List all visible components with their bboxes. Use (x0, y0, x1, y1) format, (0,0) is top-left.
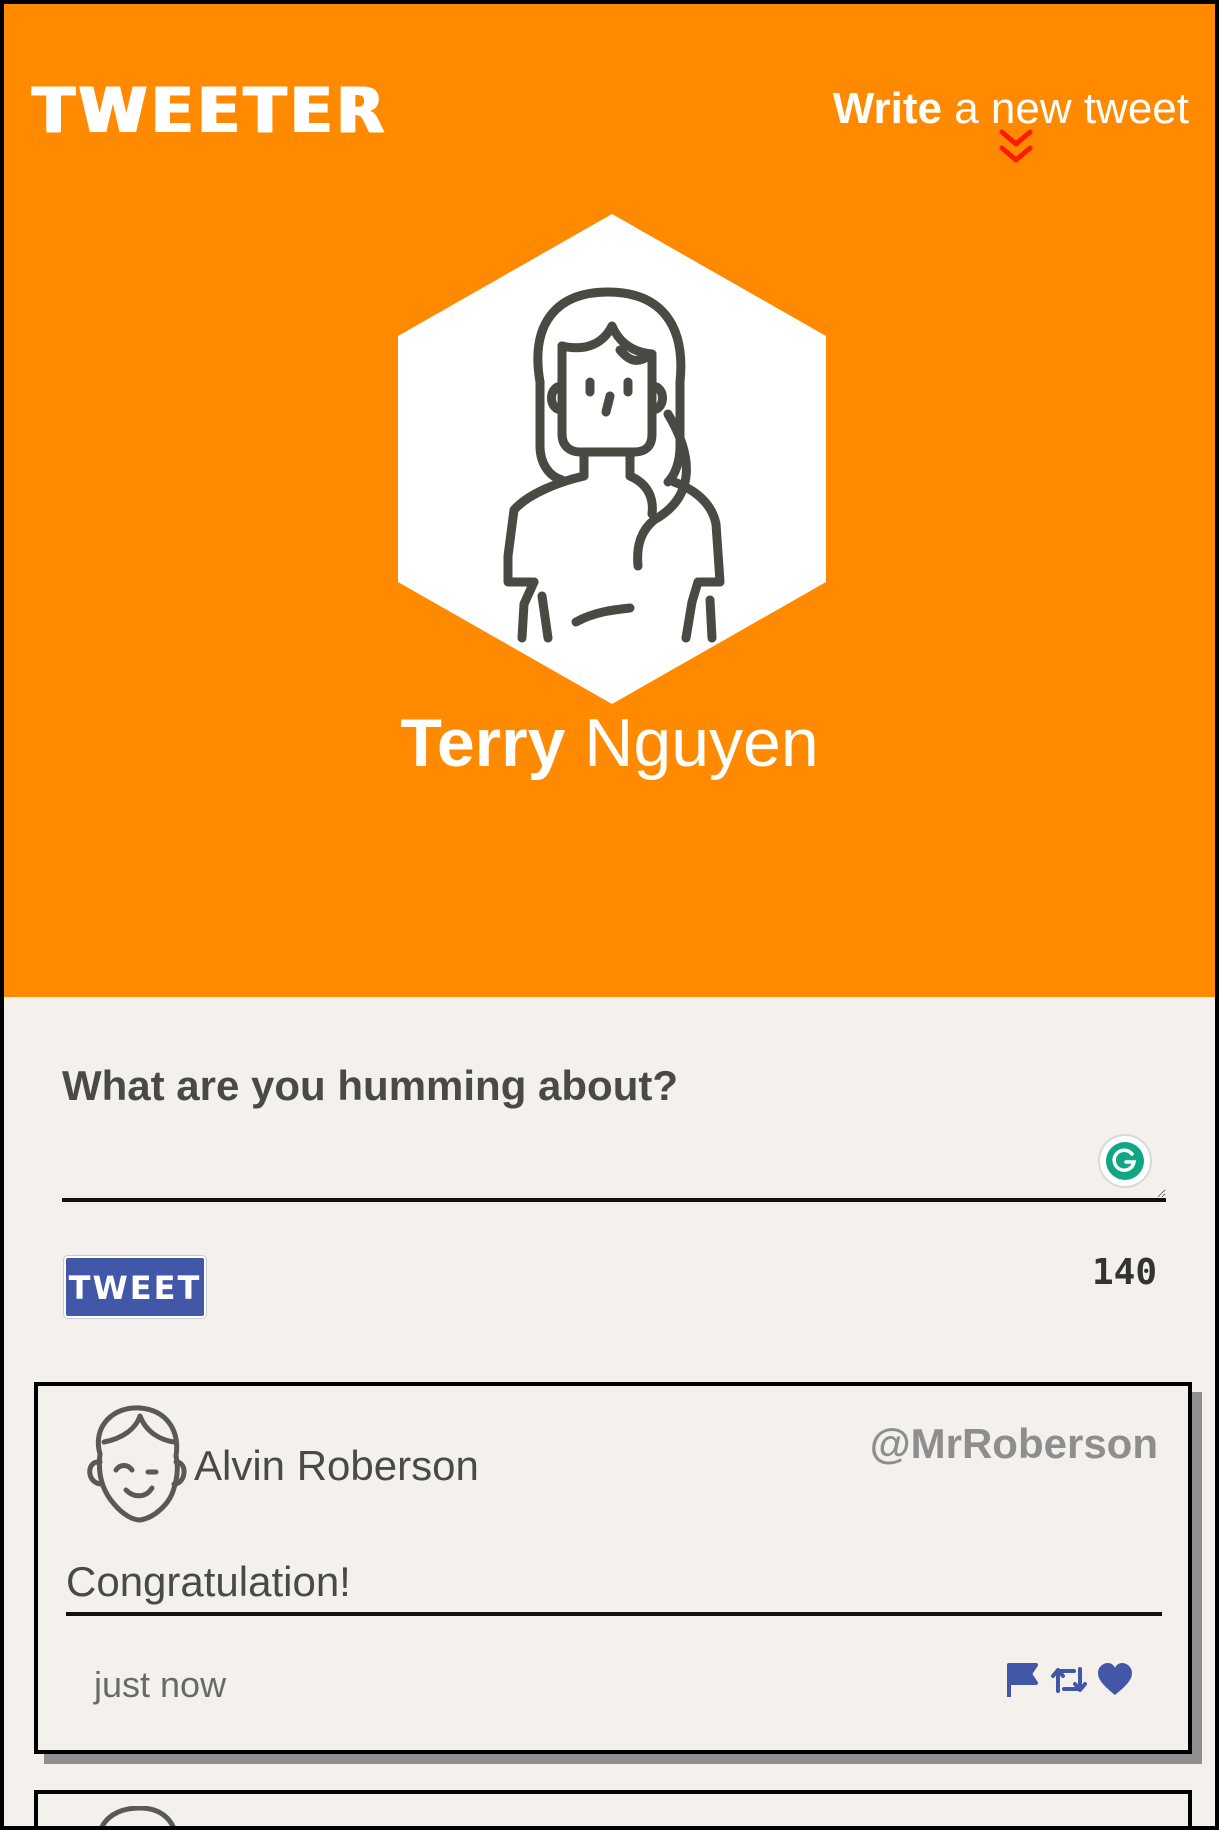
page: TWEETER Write a new tweet Terry Nguyen W… (0, 0, 1219, 1830)
heart-icon[interactable] (1096, 1661, 1134, 1699)
tweet-author-name[interactable]: Alvin Roberson (194, 1442, 479, 1490)
write-link-bold: Write (832, 84, 942, 133)
tweet-timestamp: just now (94, 1664, 227, 1705)
tweet-content: Congratulation! (66, 1558, 1162, 1616)
profile-first-name: Terry (400, 705, 566, 781)
brand-logo[interactable]: TWEETER (32, 74, 388, 147)
grammarly-g-icon (1112, 1148, 1137, 1172)
tweet-card: Alvin Roberson @MrRoberson Congratulatio… (34, 1382, 1192, 1754)
character-counter: 140 (1091, 1252, 1157, 1293)
profile-header: TWEETER Write a new tweet Terry Nguyen (4, 4, 1215, 997)
write-link-rest: a new tweet (941, 84, 1189, 133)
tweet-button[interactable]: TWEET (64, 1256, 206, 1318)
tweet-card-next (34, 1790, 1192, 1826)
avatar-partial-icon (99, 1806, 176, 1826)
grammarly-icon[interactable] (1098, 1134, 1152, 1188)
retweet-icon[interactable] (1050, 1661, 1088, 1699)
tweet-author-handle[interactable]: @MrRoberson (870, 1420, 1158, 1468)
woman-avatar-icon (398, 214, 826, 704)
grammarly-icon-inner (1106, 1142, 1144, 1180)
profile-last-name: Nguyen (565, 705, 819, 781)
flag-icon[interactable] (1004, 1661, 1042, 1699)
profile-name: Terry Nguyen (4, 704, 1215, 782)
man-avatar-icon (87, 1405, 187, 1523)
double-chevron-down-icon[interactable] (994, 126, 1038, 170)
composer-label: What are you humming about? (62, 1062, 678, 1109)
tweet-input[interactable] (62, 1104, 1166, 1202)
tweet-actions (1004, 1658, 1134, 1702)
